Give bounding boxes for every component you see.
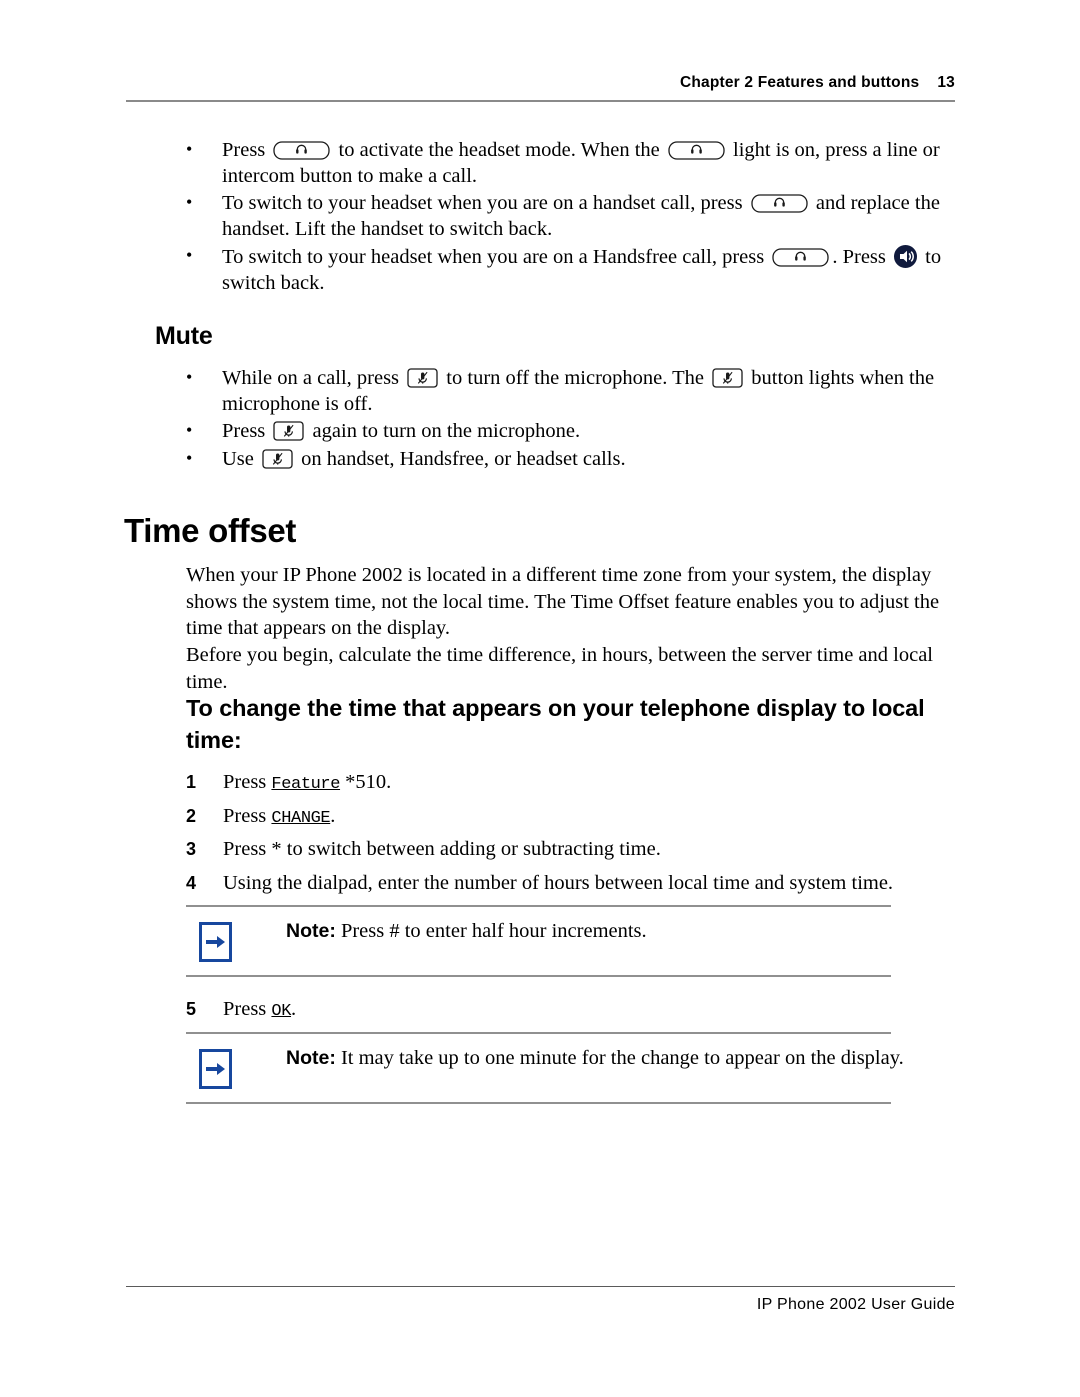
note-box: Note: It may take up to one minute for t… [186,1032,904,1104]
mute-key-icon [712,368,743,388]
list-item: Use on handset, Handsfree, or headset ca… [186,446,961,473]
procedure-step: 2 Press CHANGE. [186,803,946,832]
bullet-text-part: To switch to your headset when you are o… [222,192,743,214]
time-offset-paragraph-2: Before you begin, calculate the time dif… [186,644,933,693]
procedure-step: 4 Using the dialpad, enter the number of… [186,870,946,896]
step-text: Press Feature *510. [186,769,946,798]
headset-key-icon [751,194,808,213]
note-label: Note: [286,1047,336,1069]
headset-key-icon [668,141,725,160]
list-item: To switch to your headset when you are o… [186,243,961,296]
time-offset-paragraph-1: When your IP Phone 2002 is located in a … [186,564,940,639]
step-number: 3 [186,839,197,859]
step-number: 4 [186,873,197,893]
step-text-post: *510. [340,771,392,793]
step-text: Press OK. [186,996,946,1025]
list-item: Press again to turn on the microphone. [186,418,961,445]
procedure-step: 5 Press OK. [186,996,946,1025]
document-page: Chapter 2 Features and buttons13 Press t… [0,0,1080,1397]
bullet-text-part: While on a call, press [222,367,400,389]
step-text-pre: Press [223,805,272,827]
page-section-heading-mute: Mute [155,322,213,350]
bullet-text-part: Press [222,420,266,442]
note-body: Press # to enter half hour increments. [335,920,647,942]
step-number: 5 [186,999,197,1019]
procedure-step: 1 Press Feature *510. [186,769,946,798]
blue-arrow-icon [199,922,232,962]
step-number: 2 [186,806,197,826]
note-box: Note: Press # to enter half hour increme… [186,905,891,977]
page-footer: IP Phone 2002 User Guide [756,1296,955,1313]
list-item: Press to activate the headset mode. When… [186,137,961,189]
step-text-post: . [291,998,297,1020]
note-divider-top [186,905,891,907]
bullet-text-part: Use [222,447,254,470]
bullet-text-part: . Press [832,246,886,268]
handsfree-speaker-icon [893,244,918,269]
bullet-text-part: again to turn on the microphone. [312,420,581,442]
step-text: Press CHANGE. [186,803,946,832]
note-label: Note: [286,920,336,942]
bullet-text-part: to turn off the microphone. The [446,367,705,389]
mute-key-icon [262,448,293,469]
procedure-step: 3 Press * to switch between adding or su… [186,836,946,862]
bullet-text-part: Press [222,139,266,161]
procedure-heading: To change the time that appears on your … [186,695,925,753]
list-item: While on a call, press to turn off the m… [186,365,961,417]
note-divider-bottom [186,975,891,977]
step-text: Press * to switch between adding or subt… [223,838,661,860]
header-chapter-title: Chapter 2 Features and buttons [679,74,920,91]
header-page-number: 13 [937,74,955,91]
blue-arrow-icon [199,1049,232,1089]
bullet-text-part: To switch to your headset when you are o… [222,246,765,268]
mute-bullet-list: While on a call, press to turn off the m… [186,365,961,474]
page-section-heading-time-offset: Time offset [124,512,297,549]
note-text: Note: Press # to enter half hour increme… [286,918,886,944]
header-divider [126,100,955,102]
note-divider-bottom [186,1102,891,1104]
list-item: To switch to your headset when you are o… [186,190,961,242]
step-text-pre: Press [223,771,272,793]
note-text: Note: It may take up to one minute for t… [286,1045,946,1071]
headset-key-icon [772,248,829,267]
mute-key-icon [273,421,305,441]
mute-key-icon [407,368,438,388]
ok-key-label: OK [271,1002,292,1021]
headset-bullet-list: Press to activate the headset mode. When… [186,137,961,298]
change-key-label: CHANGE [271,809,331,828]
step-text: Using the dialpad, enter the number of h… [223,872,894,894]
headset-key-icon [273,141,331,160]
step-text-post: . [330,805,336,827]
note-body: It may take up to one minute for the cha… [335,1047,904,1069]
note-divider-top [186,1032,891,1034]
feature-key-label: Feature [271,775,341,794]
page-header: Chapter 2 Features and buttons 13 [126,74,955,92]
step-text-pre: Press [223,998,272,1020]
bullet-text-part: to activate the headset mode. When the [338,139,660,161]
bullet-text-part: on handset, Handsfree, or headset calls. [301,447,626,470]
footer-divider [126,1286,955,1287]
step-number: 1 [186,772,197,792]
